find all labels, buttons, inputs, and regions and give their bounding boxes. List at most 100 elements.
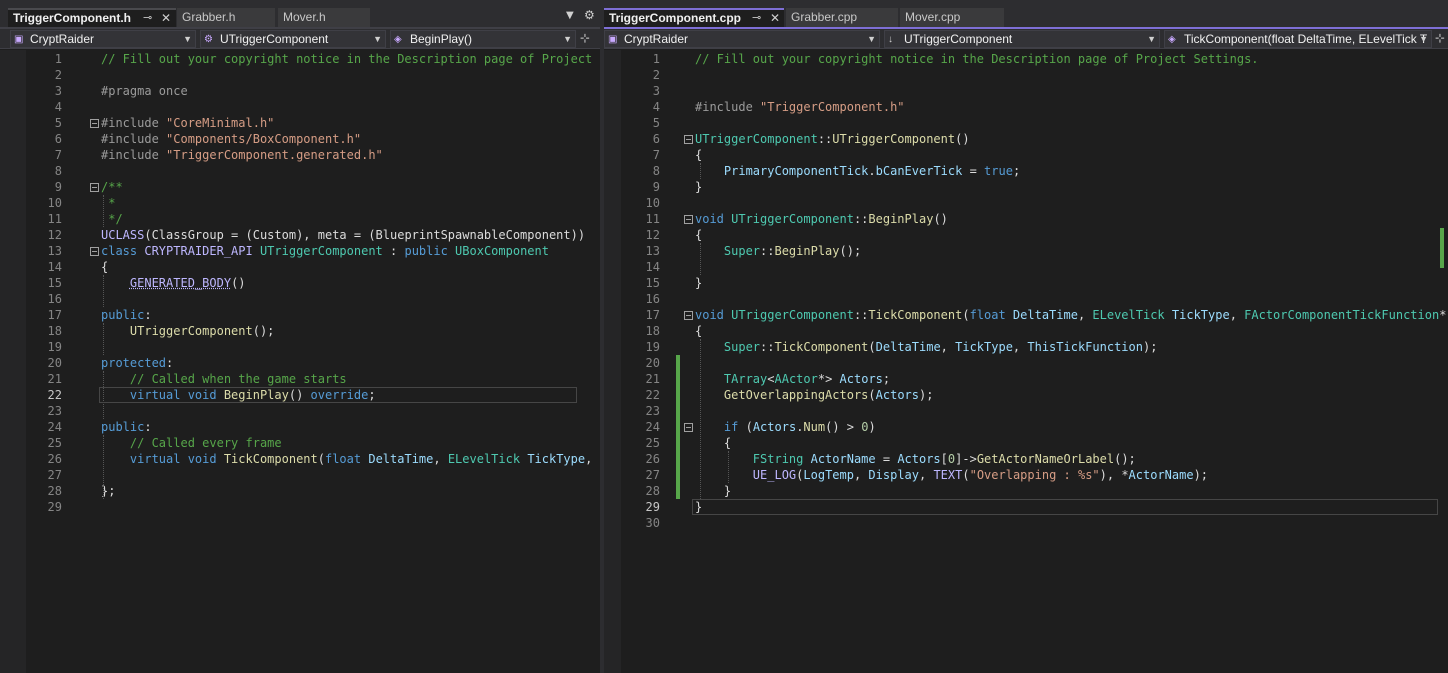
project-dropdown[interactable]: ▣ CryptRaider ▼ [10,30,196,48]
code-line[interactable]: 27 UE_LOG(LogTemp, Display, TEXT("Overla… [604,467,1448,483]
code-line[interactable]: 7 #include "TriggerComponent.generated.h" [0,147,600,163]
code-token: */ [101,212,123,226]
code-line[interactable]: 25 // Called every frame [0,435,600,451]
code-token: // Called when the game starts [101,372,347,386]
code-line[interactable]: 24 if (Actors.Num() > 0) [604,419,1448,435]
code-token: void [695,212,732,226]
close-icon[interactable]: ✕ [161,10,171,27]
code-line[interactable]: 30 [604,515,1448,531]
code-line[interactable]: 15} [604,275,1448,291]
code-line[interactable]: 27 [0,467,600,483]
code-line[interactable]: 23 [604,403,1448,419]
fold-toggle-icon[interactable] [684,311,693,320]
scope-dropdown[interactable]: ⚙ UTriggerComponent ▼ [200,30,386,48]
fold-toggle-icon[interactable] [90,247,99,256]
code-line[interactable]: 8 PrimaryComponentTick.bCanEverTick = tr… [604,163,1448,179]
fold-toggle-icon[interactable] [90,119,99,128]
code-line[interactable]: 6 #include "Components/BoxComponent.h" [0,131,600,147]
code-line[interactable]: 22 GetOverlappingActors(Actors); [604,387,1448,403]
code-line[interactable]: 15 GENERATED_BODY() [0,275,600,291]
fold-toggle-icon[interactable] [684,135,693,144]
chevron-down-icon: ▼ [563,34,572,44]
code-token: #include [695,100,761,114]
tab-grabber-cpp[interactable]: Grabber.cpp [786,8,898,27]
line-number: 27 [645,468,660,482]
code-line[interactable]: 28 } [604,483,1448,499]
code-line[interactable]: 7{ [604,147,1448,163]
tab-mover-h[interactable]: Mover.h [278,8,370,27]
chevron-down-icon: ▼ [1419,34,1428,44]
code-line[interactable]: 16 [0,291,600,307]
code-line[interactable]: 18 UTriggerComponent(); [0,323,600,339]
code-line[interactable]: 2 [0,67,600,83]
code-line[interactable]: 14 [604,259,1448,275]
code-line[interactable]: 8 [0,163,600,179]
member-dropdown[interactable]: ◈ BeginPlay() ▼ [390,30,576,48]
code-line[interactable]: 11 void UTriggerComponent::BeginPlay() [604,211,1448,227]
fold-toggle-icon[interactable] [684,423,693,432]
chevron-down-icon: ▼ [1147,34,1156,44]
code-text: // Fill out your copyright notice in the… [101,51,592,67]
code-line[interactable]: 19 Super::TickComponent(DeltaTime, TickT… [604,339,1448,355]
chevron-down-icon: ▼ [373,34,382,44]
code-line[interactable]: 24 public: [0,419,600,435]
code-line[interactable]: 1 // Fill out your copyright notice in th… [0,51,600,67]
member-dropdown[interactable]: ◈ TickComponent(float DeltaTime, ELevelT… [1164,30,1432,48]
pin-icon[interactable]: ⊸ [143,10,152,27]
code-line[interactable]: 10 * [0,195,600,211]
code-line[interactable]: 9} [604,179,1448,195]
tab-mover-cpp[interactable]: Mover.cpp [900,8,1004,27]
scope-dropdown[interactable]: ↓ UTriggerComponent ▼ [884,30,1160,48]
tab-triggercomponent-h[interactable]: TriggerComponent.h ⊸ ✕ [8,8,176,27]
code-line[interactable]: 20 protected: [0,355,600,371]
code-line[interactable]: 29 [0,499,600,515]
line-number: 28 [645,484,660,498]
code-line[interactable]: 14 { [0,259,600,275]
code-line[interactable]: 23 [0,403,600,419]
gear-icon[interactable]: ⚙ [584,8,595,22]
code-line[interactable]: 26 virtual void TickComponent(float Delt… [0,451,600,467]
code-line[interactable]: 4 #include "TriggerComponent.h" [604,99,1448,115]
code-text: #include "CoreMinimal.h" [101,115,274,131]
code-line[interactable]: 6 UTriggerComponent::UTriggerComponent() [604,131,1448,147]
split-window-icon[interactable]: ⊹ [1435,31,1445,45]
code-line[interactable]: 21 TArray<AActor*> Actors; [604,371,1448,387]
code-line[interactable]: 11 */ [0,211,600,227]
code-line[interactable]: 20 [604,355,1448,371]
tab-grabber-h[interactable]: Grabber.h [177,8,275,27]
split-window-icon[interactable]: ⊹ [580,31,590,45]
code-line[interactable]: 25 { [604,435,1448,451]
code-line[interactable]: 5 [604,115,1448,131]
code-line[interactable]: 12 { [604,227,1448,243]
code-line[interactable]: 4 [0,99,600,115]
code-line[interactable]: 19 [0,339,600,355]
fold-toggle-icon[interactable] [684,215,693,224]
code-token: // Called every frame [101,436,282,450]
pin-icon[interactable]: ⊸ [752,10,761,27]
close-icon[interactable]: ✕ [770,10,780,27]
code-line[interactable]: 21 // Called when the game starts [0,371,600,387]
code-line[interactable]: 12 UCLASS(ClassGroup = (Custom), meta = (… [0,227,600,243]
code-line[interactable]: 3 #pragma once [0,83,600,99]
code-text: FString ActorName = Actors[0]->GetActorN… [695,451,1136,467]
code-line[interactable]: 2 [604,67,1448,83]
code-line[interactable]: 17 void UTriggerComponent::TickComponent(… [604,307,1448,323]
project-dropdown[interactable]: ▣ CryptRaider ▼ [604,30,880,48]
left-code-editor[interactable]: 1 // Fill out your copyright notice in th… [0,50,600,673]
code-line[interactable]: 3 [604,83,1448,99]
code-line[interactable]: 1 // Fill out your copyright notice in th… [604,51,1448,67]
fold-toggle-icon[interactable] [90,183,99,192]
code-line[interactable]: 18 { [604,323,1448,339]
code-line[interactable]: 13 Super::BeginPlay(); [604,243,1448,259]
tab-list-dropdown-icon[interactable]: ▼ [566,10,574,21]
code-token: Actors [839,372,883,386]
code-line[interactable]: 26 FString ActorName = Actors[0]->GetAct… [604,451,1448,467]
tab-triggercomponent-cpp[interactable]: TriggerComponent.cpp ⊸ ✕ [604,8,784,27]
code-line[interactable]: 16 [604,291,1448,307]
code-line[interactable]: 28}; [0,483,600,499]
code-line[interactable]: 17 public: [0,307,600,323]
code-line[interactable]: 10 [604,195,1448,211]
right-code-editor[interactable]: 1 // Fill out your copyright notice in th… [604,50,1448,673]
